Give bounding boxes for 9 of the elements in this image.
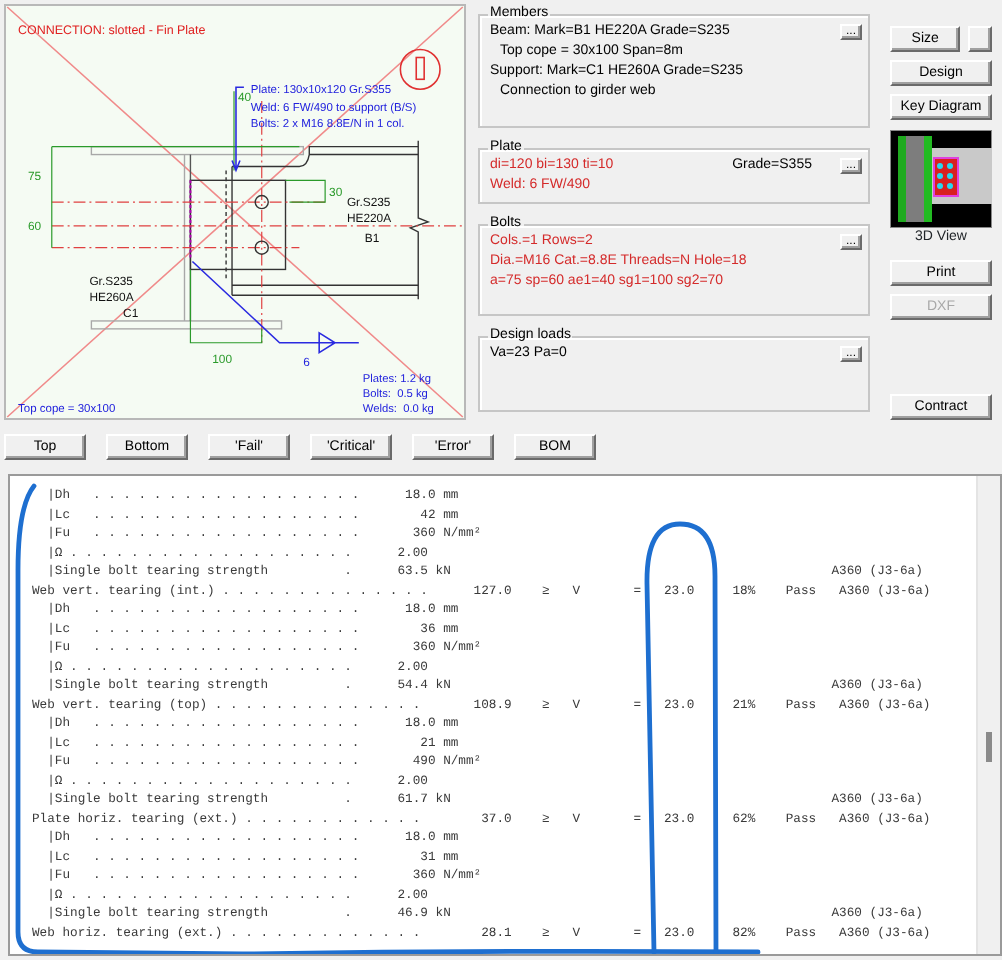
- model-preview-drawing[interactable]: [890, 130, 992, 228]
- scrollbar-thumb[interactable]: [986, 732, 992, 762]
- size-dropdown-button[interactable]: [968, 26, 992, 52]
- scrollbar[interactable]: [976, 476, 1000, 954]
- section-marker-icon: [399, 48, 441, 90]
- fin-plate: [189, 179, 287, 271]
- bolt-hole: [254, 240, 269, 255]
- bolt-hole: [254, 194, 269, 210]
- weld-line: [189, 179, 192, 261]
